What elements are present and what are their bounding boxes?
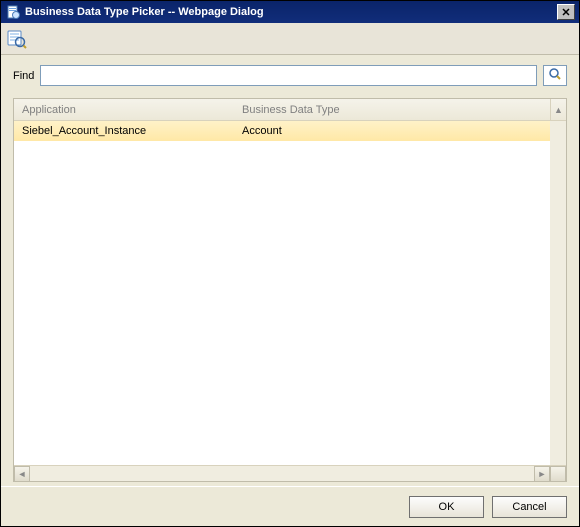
page-icon — [5, 4, 21, 20]
scroll-right-button[interactable]: ► — [534, 466, 550, 482]
column-header-business-data-type[interactable]: Business Data Type — [234, 104, 550, 116]
window-title: Business Data Type Picker -- Webpage Dia… — [25, 6, 557, 18]
grid-header: Application Business Data Type ▲ — [14, 99, 566, 121]
results-grid: Application Business Data Type ▲ Siebel_… — [13, 98, 567, 482]
data-search-icon[interactable] — [5, 27, 29, 51]
cell-business-data-type: Account — [234, 125, 550, 137]
grid-rows: Siebel_Account_Instance Account — [14, 121, 550, 465]
vertical-scrollbar[interactable] — [550, 121, 566, 465]
find-button[interactable] — [543, 65, 567, 86]
title-bar: Business Data Type Picker -- Webpage Dia… — [1, 1, 579, 23]
cell-application: Siebel_Account_Instance — [14, 125, 234, 137]
dialog-window: Business Data Type Picker -- Webpage Dia… — [0, 0, 580, 527]
content-area: Find Application Business Data Type ▲ Si… — [1, 55, 579, 486]
close-button[interactable]: ✕ — [557, 4, 575, 20]
scroll-up-button[interactable]: ▲ — [550, 99, 566, 120]
toolbar — [1, 23, 579, 55]
find-input[interactable] — [40, 65, 537, 86]
horizontal-scrollbar: ◄ ► — [14, 465, 566, 481]
find-label: Find — [13, 70, 34, 82]
table-row[interactable]: Siebel_Account_Instance Account — [14, 121, 550, 141]
find-row: Find — [13, 65, 567, 86]
grid-body: Siebel_Account_Instance Account — [14, 121, 566, 465]
ok-button[interactable]: OK — [409, 496, 484, 518]
cancel-button[interactable]: Cancel — [492, 496, 567, 518]
scroll-left-button[interactable]: ◄ — [14, 466, 30, 482]
search-icon — [548, 67, 562, 84]
column-header-application[interactable]: Application — [14, 104, 234, 116]
dialog-footer: OK Cancel — [1, 486, 579, 526]
scroll-track[interactable] — [30, 466, 534, 481]
scroll-corner — [550, 466, 566, 482]
